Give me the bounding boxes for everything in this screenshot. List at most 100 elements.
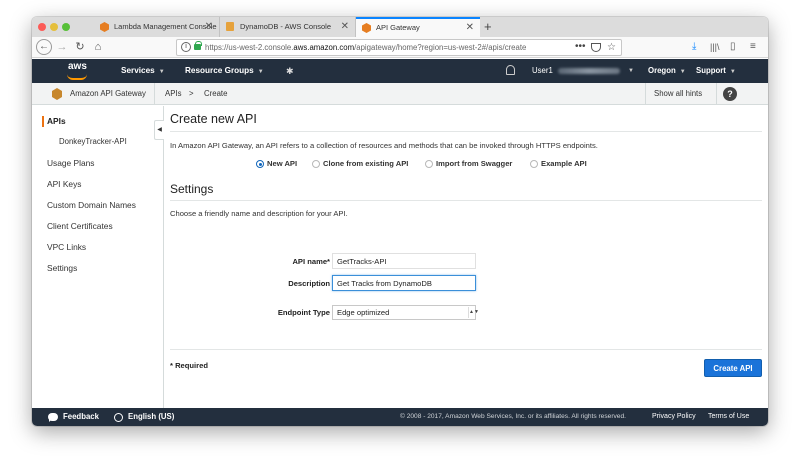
api-gateway-icon [362, 23, 371, 33]
radio-icon[interactable] [312, 160, 320, 168]
chevron-down-icon: ▼ [679, 69, 686, 75]
close-icon[interactable]: ✕ [341, 17, 349, 37]
option-new-api[interactable]: New API [256, 158, 297, 170]
divider [645, 83, 646, 105]
show-all-hints-button[interactable]: Show all hints [654, 83, 702, 105]
sidebar-item-custom-domain-names[interactable]: Custom Domain Names [47, 200, 136, 210]
reload-button[interactable]: ↻ [74, 39, 86, 55]
bell-icon[interactable] [506, 65, 515, 75]
globe-icon [114, 413, 123, 422]
settings-intro-text: Choose a friendly name and description f… [170, 209, 348, 218]
service-bar: Amazon API Gateway APIs > Create Show al… [32, 83, 768, 105]
page-title: Create new API [170, 112, 257, 126]
tab-title: API Gateway [376, 23, 420, 32]
sidebar-item-settings[interactable]: Settings [47, 263, 77, 273]
radio-icon[interactable] [425, 160, 433, 168]
description-input[interactable] [332, 275, 476, 291]
settings-heading: Settings [170, 182, 214, 196]
language-selector[interactable]: English (US) [128, 408, 174, 426]
sidebar-item-api-keys[interactable]: API Keys [47, 179, 81, 189]
endpoint-type-select[interactable]: Edge optimized ▲▼ [332, 305, 479, 320]
forward-button[interactable]: → [56, 39, 68, 55]
breadcrumb-separator: > [189, 89, 194, 98]
dynamodb-icon [226, 22, 234, 31]
help-icon[interactable]: ? [723, 87, 737, 101]
tab-strip: Lambda Management Console ✕ DynamoDB - A… [32, 17, 768, 37]
aws-smile-icon [67, 74, 87, 80]
browser-toolbar: ← → ↻ ⌂ i https://us-west-2.console.aws.… [32, 37, 768, 58]
lock-icon [194, 41, 202, 50]
hamburger-menu-icon[interactable]: ≡ [750, 39, 756, 55]
new-tab-button[interactable]: + [484, 17, 492, 37]
divider [170, 200, 762, 201]
select-arrows-icon: ▲▼ [468, 307, 479, 318]
required-note: * Required [170, 361, 208, 370]
service-name-link[interactable]: Amazon API Gateway [70, 83, 146, 105]
active-indicator [42, 116, 44, 127]
close-icon[interactable]: ✕ [205, 17, 213, 37]
url-bar[interactable]: i https://us-west-2.console.aws.amazon.c… [176, 39, 622, 56]
url-text[interactable]: https://us-west-2.console.aws.amazon.com… [205, 40, 533, 55]
divider [170, 131, 762, 132]
api-name-input[interactable] [332, 253, 476, 269]
description-label: Description [288, 279, 330, 288]
terms-of-use-link[interactable]: Terms of Use [708, 408, 749, 426]
tab-title: DynamoDB - AWS Console [240, 22, 332, 31]
close-window-button[interactable] [38, 23, 46, 31]
radio-icon[interactable] [530, 160, 538, 168]
library-icon[interactable]: |||\ [710, 39, 720, 55]
breadcrumb-create: Create [204, 89, 228, 98]
tab-dynamodb[interactable]: DynamoDB - AWS Console ✕ [220, 17, 356, 37]
main-content: Create new API In Amazon API Gateway, an… [170, 106, 762, 408]
aws-logo[interactable]: aws [68, 61, 87, 72]
divider [154, 83, 155, 105]
close-icon[interactable]: ✕ [466, 19, 474, 37]
region-menu[interactable]: Oregon ▼ [648, 59, 686, 83]
api-gateway-icon [52, 88, 62, 100]
sidebar-item-client-certificates[interactable]: Client Certificates [47, 221, 113, 231]
collapse-sidebar-button[interactable]: ◀ [154, 120, 164, 140]
radio-selected-icon[interactable] [256, 160, 264, 168]
home-button[interactable]: ⌂ [92, 39, 104, 55]
feedback-link[interactable]: Feedback [63, 408, 99, 426]
sidebar-item-donkeytracker-api[interactable]: DonkeyTracker-API [59, 137, 127, 146]
privacy-policy-link[interactable]: Privacy Policy [652, 408, 696, 426]
create-api-button[interactable]: Create API [704, 359, 762, 377]
redacted-account-name [558, 68, 620, 74]
tab-api-gateway[interactable]: API Gateway ✕ [356, 17, 480, 37]
chevron-down-icon: ▼ [729, 69, 736, 75]
aws-top-nav: aws Services ▼ Resource Groups ▼ ✱ User1 ▼… [32, 59, 768, 83]
chevron-down-icon: ▼ [158, 69, 165, 75]
browser-window: Lambda Management Console ✕ DynamoDB - A… [32, 17, 768, 426]
intro-text: In Amazon API Gateway, an API refers to … [170, 141, 598, 150]
option-example-api[interactable]: Example API [530, 158, 587, 170]
sidebar-item-usage-plans[interactable]: Usage Plans [47, 158, 95, 168]
services-menu[interactable]: Services ▼ [121, 59, 165, 83]
minimize-window-button[interactable] [50, 23, 58, 31]
support-menu[interactable]: Support ▼ [696, 59, 736, 83]
sidebar-item-apis[interactable]: APIs [47, 116, 66, 126]
pin-icon[interactable]: ✱ [286, 59, 294, 83]
option-import-swagger[interactable]: Import from Swagger [425, 158, 512, 170]
breadcrumb-apis[interactable]: APIs [165, 83, 181, 105]
page-actions-button[interactable]: ••• [575, 40, 586, 54]
sidebar-item-vpc-links[interactable]: VPC Links [47, 242, 86, 252]
sidebar-toggle-icon[interactable]: ▯ [730, 39, 736, 55]
chevron-down-icon[interactable]: ▼ [628, 59, 634, 83]
tab-lambda[interactable]: Lambda Management Console ✕ [94, 17, 220, 37]
copyright-text: © 2008 - 2017, Amazon Web Services, Inc.… [400, 413, 626, 420]
lambda-icon [100, 22, 109, 32]
resource-groups-menu[interactable]: Resource Groups ▼ [185, 59, 264, 83]
bookmark-star-icon[interactable]: ☆ [607, 40, 616, 55]
pocket-icon[interactable] [591, 43, 601, 52]
info-icon[interactable]: i [181, 42, 191, 52]
endpoint-type-label: Endpoint Type [277, 308, 330, 317]
tab-title: Lambda Management Console [114, 22, 217, 31]
zoom-window-button[interactable] [62, 23, 70, 31]
left-sidebar: APIs DonkeyTracker-API Usage Plans API K… [32, 106, 164, 408]
option-clone-api[interactable]: Clone from existing API [312, 158, 408, 170]
user-menu[interactable]: User1 [532, 59, 553, 83]
download-icon[interactable]: ⤓ [692, 39, 696, 55]
back-button[interactable]: ← [36, 39, 52, 55]
chevron-down-icon: ▼ [257, 69, 264, 75]
